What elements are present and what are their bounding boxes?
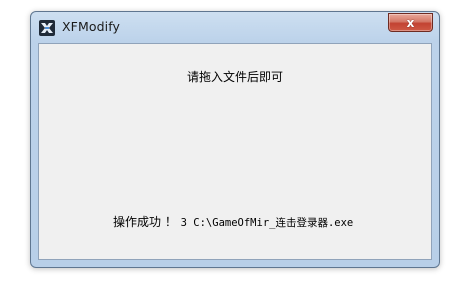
title-bar[interactable]: XFModify x bbox=[31, 12, 439, 42]
status-path: 3 C:\GameOfMir_连击登录器.exe bbox=[180, 217, 354, 229]
drop-prompt: 请拖入文件后即可 bbox=[186, 70, 283, 84]
window-title: XFModify bbox=[62, 19, 120, 34]
close-icon: x bbox=[406, 15, 415, 30]
xfmodify-app-icon bbox=[39, 20, 55, 36]
app-window: XFModify x 请拖入文件后即可 操作成功 ！ 3 C:\GameOfMi… bbox=[30, 11, 440, 268]
close-button[interactable]: x bbox=[388, 13, 433, 32]
client-area[interactable]: 请拖入文件后即可 操作成功 ！ 3 C:\GameOfMir_连击登录器.exe bbox=[38, 43, 432, 260]
status-line: 操作成功 ！ 3 C:\GameOfMir_连击登录器.exe bbox=[113, 213, 353, 230]
status-message: 操作成功 ！ bbox=[113, 215, 181, 229]
